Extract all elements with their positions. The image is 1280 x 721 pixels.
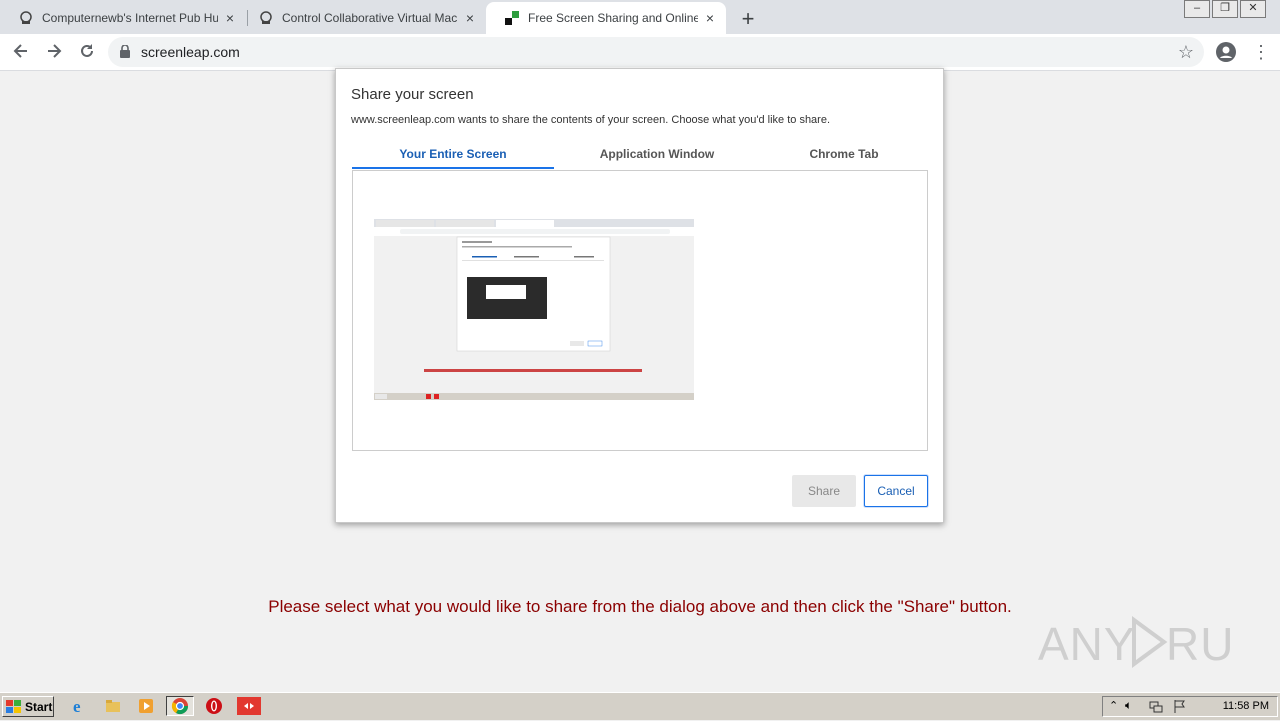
tab-application-window[interactable]: Application Window <box>554 147 760 161</box>
show-hidden-icons-icon[interactable]: ⌃ <box>1109 699 1118 712</box>
profile-avatar-icon[interactable] <box>1216 42 1236 67</box>
window-controls: – ❐ ✕ <box>1182 0 1266 18</box>
start-button[interactable]: Start <box>2 696 54 717</box>
tab-screenleap[interactable]: Free Screen Sharing and Online Meetings … <box>486 2 726 34</box>
new-tab-button[interactable]: + <box>737 6 759 32</box>
tab-pub-hub[interactable]: Computernewb's Internet Pub Hub × <box>0 2 246 34</box>
opera-icon[interactable] <box>205 697 223 715</box>
minimize-icon[interactable]: – <box>1184 0 1210 18</box>
tab-control-vm[interactable]: Control Collaborative Virtual Machine × <box>240 2 486 34</box>
close-icon[interactable]: × <box>702 10 718 26</box>
system-tray: ⌃ 🔈︎ 11:58 PM <box>1102 696 1278 717</box>
start-label: Start <box>25 699 53 714</box>
taskbar: Start e ⌃ 🔈︎ 11:58 PM <box>0 692 1280 720</box>
vm-favicon-icon <box>258 10 274 26</box>
share-source-tabs: Your Entire Screen Application Window Ch… <box>352 141 928 171</box>
action-center-flag-icon[interactable] <box>1173 699 1187 718</box>
share-screen-dialog: Share your screen www.screenleap.com wan… <box>335 68 944 523</box>
tab-chrome-tab[interactable]: Chrome Tab <box>760 147 928 161</box>
remote-app-icon[interactable] <box>236 696 262 716</box>
share-button[interactable]: Share <box>792 475 856 507</box>
browser-toolbar: screenleap.com ☆ ⋮ <box>0 34 1280 71</box>
forward-arrow-icon[interactable] <box>44 42 64 62</box>
back-arrow-icon[interactable] <box>11 42 31 62</box>
chrome-icon <box>171 698 189 715</box>
dialog-title: Share your screen <box>351 86 474 103</box>
svg-text:e: e <box>73 697 81 715</box>
network-icon[interactable] <box>1149 699 1163 718</box>
internet-explorer-icon[interactable]: e <box>71 697 89 716</box>
vm-favicon-icon <box>18 10 34 26</box>
tab-strip: Computernewb's Internet Pub Hub × Contro… <box>0 0 1280 34</box>
menu-dots-icon[interactable]: ⋮ <box>1252 42 1270 62</box>
address-bar[interactable]: screenleap.com ☆ <box>108 37 1204 67</box>
url-text: screenleap.com <box>141 44 240 60</box>
bookmark-star-icon[interactable]: ☆ <box>1178 42 1194 63</box>
volume-icon[interactable]: 🔈︎ <box>1125 698 1132 713</box>
file-explorer-icon[interactable] <box>104 697 122 715</box>
tab-title: Free Screen Sharing and Online Meetings <box>528 11 698 25</box>
close-window-icon[interactable]: ✕ <box>1240 0 1266 18</box>
cancel-button[interactable]: Cancel <box>864 475 928 507</box>
close-icon[interactable]: × <box>222 10 238 26</box>
watermark-logo: ANY RUN <box>1038 610 1268 685</box>
lock-icon <box>120 44 130 63</box>
tab-title: Computernewb's Internet Pub Hub <box>42 11 218 25</box>
tab-title: Control Collaborative Virtual Machine <box>282 11 458 25</box>
close-icon[interactable]: × <box>462 10 478 26</box>
svg-text:ANY: ANY <box>1038 618 1136 670</box>
windows-logo-icon <box>6 699 21 713</box>
tab-entire-screen[interactable]: Your Entire Screen <box>352 147 554 161</box>
chrome-taskbar-button[interactable] <box>166 696 194 716</box>
svg-text:RUN: RUN <box>1166 618 1238 670</box>
screenleap-favicon-icon <box>504 10 520 26</box>
dialog-subtitle: www.screenleap.com wants to share the co… <box>351 114 831 126</box>
reload-icon[interactable] <box>77 42 97 62</box>
active-tab-indicator <box>352 167 554 169</box>
restore-icon[interactable]: ❐ <box>1212 0 1238 18</box>
media-player-icon[interactable] <box>137 697 155 715</box>
screen-preview-panel <box>352 170 928 451</box>
taskbar-clock[interactable]: 11:58 PM <box>1223 700 1269 712</box>
screen-thumbnail[interactable] <box>374 219 694 400</box>
